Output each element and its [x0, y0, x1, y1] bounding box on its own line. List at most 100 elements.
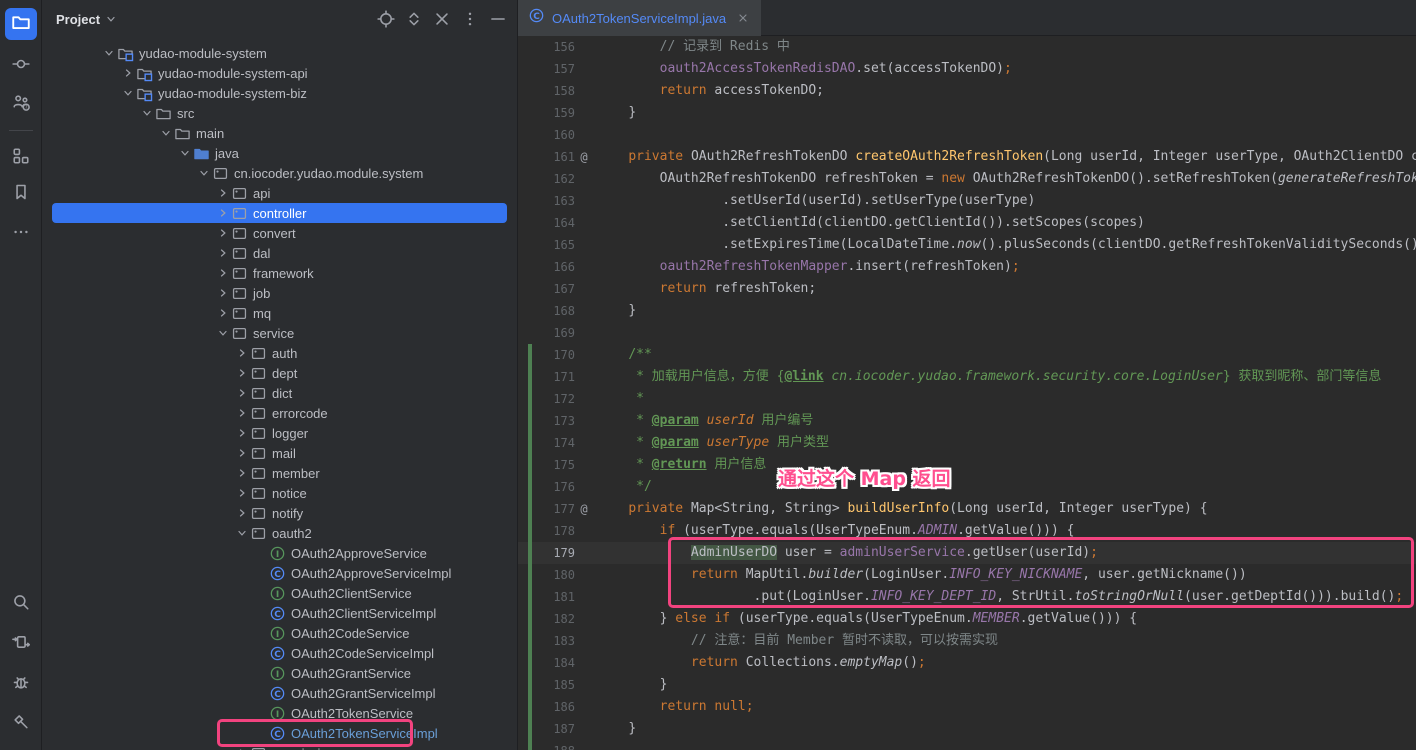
- code-line-162[interactable]: 162 OAuth2RefreshTokenDO refreshToken = …: [518, 168, 1416, 190]
- locate-icon[interactable]: [377, 10, 395, 28]
- line-number[interactable]: 159: [518, 102, 576, 124]
- tree-item-oauth2codeservice[interactable]: IOAuth2CodeService: [42, 623, 517, 643]
- tree-item-oauth2codeserviceimpl[interactable]: COAuth2CodeServiceImpl: [42, 643, 517, 663]
- code-line-176[interactable]: 176 */: [518, 476, 1416, 498]
- debug-button[interactable]: [5, 668, 37, 700]
- code-line-169[interactable]: 169: [518, 322, 1416, 344]
- line-number[interactable]: 181: [518, 586, 576, 608]
- tree-item-oauth2grantserviceimpl[interactable]: COAuth2GrantServiceImpl: [42, 683, 517, 703]
- tree-item-mq[interactable]: mq: [42, 303, 517, 323]
- tree-item-member[interactable]: member: [42, 463, 517, 483]
- chevron-down-icon[interactable]: [233, 525, 250, 541]
- close-icon[interactable]: [737, 12, 749, 24]
- line-number[interactable]: 166: [518, 256, 576, 278]
- chevron-right-icon[interactable]: [233, 485, 250, 501]
- code-line-175[interactable]: 175 * @return 用户信息: [518, 454, 1416, 476]
- code-line-165[interactable]: 165 .setExpiresTime(LocalDateTime.now().…: [518, 234, 1416, 256]
- chevron-right-icon[interactable]: [233, 745, 250, 750]
- line-number[interactable]: 173: [518, 410, 576, 432]
- code-line-164[interactable]: 164 .setClientId(clientDO.getClientId())…: [518, 212, 1416, 234]
- tree-item-permission[interactable]: permission: [42, 743, 517, 750]
- expand-all-icon[interactable]: [405, 10, 423, 28]
- code-line-179[interactable]: 179 AdminUserDO user = adminUserService.…: [518, 542, 1416, 564]
- code-line-171[interactable]: 171 * 加载用户信息，方便 {@link cn.iocoder.yudao.…: [518, 366, 1416, 388]
- commit-button[interactable]: [5, 50, 37, 82]
- line-number[interactable]: 161: [518, 146, 576, 168]
- code-line-178[interactable]: 178 if (userType.equals(UserTypeEnum.ADM…: [518, 520, 1416, 542]
- code-line-160[interactable]: 160: [518, 124, 1416, 146]
- tree-item-notify[interactable]: notify: [42, 503, 517, 523]
- tree-item-oauth2tokenservice[interactable]: IOAuth2TokenService: [42, 703, 517, 723]
- tree-item-src[interactable]: src: [42, 103, 517, 123]
- line-number[interactable]: 165: [518, 234, 576, 256]
- line-number[interactable]: 162: [518, 168, 576, 190]
- code-line-173[interactable]: 173 * @param userId 用户编号: [518, 410, 1416, 432]
- tab-oauth2tokenserviceimpl[interactable]: C OAuth2TokenServiceImpl.java: [518, 0, 761, 36]
- chevron-right-icon[interactable]: [214, 185, 231, 201]
- code-line-158[interactable]: 158 return accessTokenDO;: [518, 80, 1416, 102]
- line-number[interactable]: 167: [518, 278, 576, 300]
- code-line-167[interactable]: 167 return refreshToken;: [518, 278, 1416, 300]
- code-line-185[interactable]: 185 }: [518, 674, 1416, 696]
- search-button[interactable]: [5, 588, 37, 620]
- code-line-181[interactable]: 181 .put(LoginUser.INFO_KEY_DEPT_ID, Str…: [518, 586, 1416, 608]
- tree-item-dal[interactable]: dal: [42, 243, 517, 263]
- chevron-right-icon[interactable]: [214, 245, 231, 261]
- tree-item-dept[interactable]: dept: [42, 363, 517, 383]
- line-number[interactable]: 158: [518, 80, 576, 102]
- options-kebab-icon[interactable]: [461, 10, 479, 28]
- chevron-right-icon[interactable]: [233, 425, 250, 441]
- code-line-187[interactable]: 187 }: [518, 718, 1416, 740]
- chevron-down-icon[interactable]: [119, 85, 136, 101]
- code-editor[interactable]: 156 // 记录到 Redis 中157 oauth2AccessTokenR…: [518, 36, 1416, 750]
- line-number[interactable]: 163: [518, 190, 576, 212]
- line-number[interactable]: 175: [518, 454, 576, 476]
- tree-item-dict[interactable]: dict: [42, 383, 517, 403]
- tree-item-logger[interactable]: logger: [42, 423, 517, 443]
- chevron-down-icon[interactable]: [214, 325, 231, 341]
- line-number[interactable]: 170: [518, 344, 576, 366]
- code-line-168[interactable]: 168 }: [518, 300, 1416, 322]
- chevron-down-icon[interactable]: [157, 125, 174, 141]
- line-number[interactable]: 160: [518, 124, 576, 146]
- tree-item-oauth2grantservice[interactable]: IOAuth2GrantService: [42, 663, 517, 683]
- code-line-186[interactable]: 186 return null;: [518, 696, 1416, 718]
- chevron-right-icon[interactable]: [233, 345, 250, 361]
- line-number[interactable]: 169: [518, 322, 576, 344]
- line-number[interactable]: 168: [518, 300, 576, 322]
- line-number[interactable]: 182: [518, 608, 576, 630]
- code-line-163[interactable]: 163 .setUserId(userId).setUserType(userT…: [518, 190, 1416, 212]
- tree-item-oauth2tokenserviceimpl[interactable]: COAuth2TokenServiceImpl: [42, 723, 517, 743]
- chevron-down-icon[interactable]: [100, 45, 117, 61]
- line-number[interactable]: 185: [518, 674, 576, 696]
- line-number[interactable]: 176: [518, 476, 576, 498]
- code-line-182[interactable]: 182 } else if (userType.equals(UserTypeE…: [518, 608, 1416, 630]
- chevron-right-icon[interactable]: [233, 445, 250, 461]
- code-line-184[interactable]: 184 return Collections.emptyMap();: [518, 652, 1416, 674]
- chevron-right-icon[interactable]: [214, 265, 231, 281]
- more-tools-button[interactable]: [5, 218, 37, 250]
- tree-item-api[interactable]: api: [42, 183, 517, 203]
- chevron-right-icon[interactable]: [214, 205, 231, 221]
- tree-item-convert[interactable]: convert: [42, 223, 517, 243]
- tree-item-yudao-module-system-biz[interactable]: yudao-module-system-biz: [42, 83, 517, 103]
- chevron-right-icon[interactable]: [233, 385, 250, 401]
- line-number[interactable]: 157: [518, 58, 576, 80]
- chevron-right-icon[interactable]: [119, 65, 136, 81]
- structure-button[interactable]: [5, 142, 37, 174]
- line-number[interactable]: 156: [518, 36, 576, 58]
- collapse-all-icon[interactable]: [433, 10, 451, 28]
- tree-item-mail[interactable]: mail: [42, 443, 517, 463]
- tree-item-errorcode[interactable]: errorcode: [42, 403, 517, 423]
- code-line-172[interactable]: 172 *: [518, 388, 1416, 410]
- code-line-156[interactable]: 156 // 记录到 Redis 中: [518, 36, 1416, 58]
- line-number[interactable]: 186: [518, 696, 576, 718]
- chevron-right-icon[interactable]: [214, 285, 231, 301]
- chevron-right-icon[interactable]: [214, 225, 231, 241]
- code-line-161[interactable]: 161@ private OAuth2RefreshTokenDO create…: [518, 146, 1416, 168]
- code-line-170[interactable]: 170 /**: [518, 344, 1416, 366]
- tree-item-oauth2approveservice[interactable]: IOAuth2ApproveService: [42, 543, 517, 563]
- line-number[interactable]: 178: [518, 520, 576, 542]
- tree-item-oauth2approveserviceimpl[interactable]: COAuth2ApproveServiceImpl: [42, 563, 517, 583]
- line-number[interactable]: 177: [518, 498, 576, 520]
